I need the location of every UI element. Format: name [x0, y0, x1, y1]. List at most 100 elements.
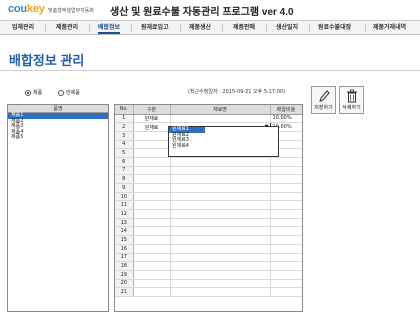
menu-item-sales[interactable]: 제품판매 — [233, 21, 255, 34]
menu-divider — [309, 24, 310, 32]
menu-item-product-transactions[interactable]: 제품거래내역 — [373, 21, 406, 34]
table-row[interactable]: 15 — [115, 235, 302, 245]
row-number-cell-text: 13 — [120, 219, 127, 226]
table-row[interactable]: 10 — [115, 192, 302, 202]
row-number-cell-text: 19 — [120, 271, 127, 278]
ratio-cell[interactable] — [270, 226, 302, 237]
kind-cell[interactable] — [133, 166, 171, 176]
menu-item-recipe[interactable]: 배합정보 — [98, 21, 121, 34]
ratio-cell[interactable] — [270, 261, 302, 271]
ratio-cell[interactable] — [270, 270, 302, 280]
material-cell[interactable] — [170, 174, 271, 184]
kind-cell[interactable] — [133, 209, 171, 219]
material-cell[interactable] — [170, 235, 271, 245]
kind-cell[interactable] — [133, 200, 171, 211]
kind-cell[interactable] — [133, 253, 171, 263]
row-number-cell-text: 10 — [120, 193, 127, 200]
row-number-cell: 1 — [115, 114, 134, 124]
ratio-cell[interactable] — [270, 166, 302, 176]
menu-item-products[interactable]: 제품관리 — [56, 21, 78, 34]
table-row[interactable]: 19 — [115, 270, 302, 280]
material-cell[interactable] — [170, 218, 271, 228]
kind-cell[interactable] — [133, 131, 171, 141]
kind-cell[interactable] — [133, 261, 171, 271]
kind-cell[interactable] — [133, 183, 171, 193]
material-cell[interactable] — [170, 157, 271, 167]
row-number-cell-text: 1 — [122, 115, 126, 122]
material-cell[interactable] — [170, 261, 271, 271]
radio-product[interactable]: 제품 — [25, 89, 42, 96]
table-row[interactable]: 7 — [115, 166, 302, 176]
kind-cell[interactable] — [133, 174, 171, 184]
table-row[interactable]: 17 — [115, 253, 302, 263]
ratio-cell[interactable] — [270, 200, 302, 211]
table-row[interactable]: 9 — [115, 183, 302, 193]
material-cell[interactable] — [170, 226, 271, 237]
ratio-cell[interactable] — [270, 253, 302, 263]
dropdown-option[interactable]: 원재료4 — [169, 143, 278, 150]
ratio-cell[interactable] — [270, 209, 302, 219]
ratio-cell[interactable] — [270, 235, 302, 245]
ratio-cell[interactable] — [270, 244, 302, 254]
ratio-cell[interactable] — [270, 157, 302, 167]
ratio-cell[interactable] — [270, 183, 302, 193]
radio-selected-icon — [25, 89, 31, 96]
ratio-cell[interactable] — [270, 174, 302, 184]
row-number-cell-text: 20 — [120, 280, 127, 287]
kind-cell[interactable] — [133, 192, 171, 202]
kind-cell[interactable] — [133, 235, 171, 245]
menu-item-company[interactable]: 업체관리 — [12, 21, 34, 34]
material-cell[interactable] — [170, 166, 271, 176]
table-row[interactable]: 12 — [115, 209, 302, 219]
kind-cell[interactable] — [133, 279, 171, 289]
material-cell[interactable] — [170, 209, 271, 219]
material-cell[interactable] — [170, 279, 271, 289]
material-cell[interactable] — [170, 200, 271, 211]
menu-item-material-receipt[interactable]: 원재료입고 — [141, 21, 169, 34]
row-number-cell: 14 — [115, 226, 134, 237]
kind-cell[interactable]: 원재료 — [133, 114, 171, 124]
radio-semi-product[interactable]: 반제품 — [58, 89, 80, 96]
menu-item-production[interactable]: 제품생산 — [189, 21, 211, 34]
table-row[interactable]: 21 — [115, 287, 302, 297]
ratio-cell[interactable] — [270, 192, 302, 202]
product-list-item[interactable]: 제품5 — [8, 134, 108, 141]
menu-item-material-ledger[interactable]: 원료수불대장 — [318, 21, 351, 34]
material-cell[interactable] — [170, 183, 271, 193]
material-cell[interactable] — [170, 287, 271, 297]
kind-cell[interactable] — [133, 148, 171, 158]
table-row[interactable]: 13 — [115, 218, 302, 228]
ratio-cell[interactable] — [270, 279, 302, 289]
table-row[interactable]: 14 — [115, 226, 302, 237]
kind-cell[interactable] — [133, 140, 171, 150]
kind-cell[interactable] — [133, 270, 171, 280]
table-row[interactable]: 16 — [115, 244, 302, 254]
kind-cell[interactable] — [133, 157, 171, 167]
ratio-cell[interactable] — [270, 287, 302, 297]
menu-item-production-log[interactable]: 생산일지 — [276, 21, 298, 34]
delete-button[interactable]: 삭제하기 — [339, 86, 364, 114]
material-cell[interactable] — [170, 270, 271, 280]
material-cell[interactable] — [170, 192, 271, 202]
table-row[interactable]: 20 — [115, 279, 302, 289]
save-button[interactable]: 저장하기 — [311, 86, 336, 114]
table-row[interactable]: 18 — [115, 261, 302, 271]
save-button-label: 저장하기 — [314, 105, 333, 111]
table-row[interactable]: 6 — [115, 157, 302, 167]
material-cell[interactable] — [170, 114, 271, 124]
kind-cell[interactable] — [133, 226, 171, 237]
row-number-cell-text: 15 — [120, 236, 127, 243]
kind-cell[interactable]: 원재료 — [133, 122, 171, 132]
kind-cell[interactable] — [133, 244, 171, 254]
table-row[interactable]: 1 원재료 10.00% — [115, 114, 302, 124]
ratio-cell[interactable]: 10.00% — [270, 114, 302, 124]
table-row[interactable]: 8 — [115, 174, 302, 184]
product-list: 품명 제품1 제품2 제품3 제품4 제품5 — [7, 104, 109, 312]
material-cell[interactable] — [170, 253, 271, 263]
table-row[interactable]: 11 — [115, 200, 302, 211]
material-cell[interactable] — [170, 244, 271, 254]
kind-cell[interactable] — [133, 287, 171, 297]
column-header-ratio: 배합비율 — [270, 105, 302, 115]
ratio-cell[interactable] — [270, 218, 302, 228]
kind-cell[interactable] — [133, 218, 171, 228]
